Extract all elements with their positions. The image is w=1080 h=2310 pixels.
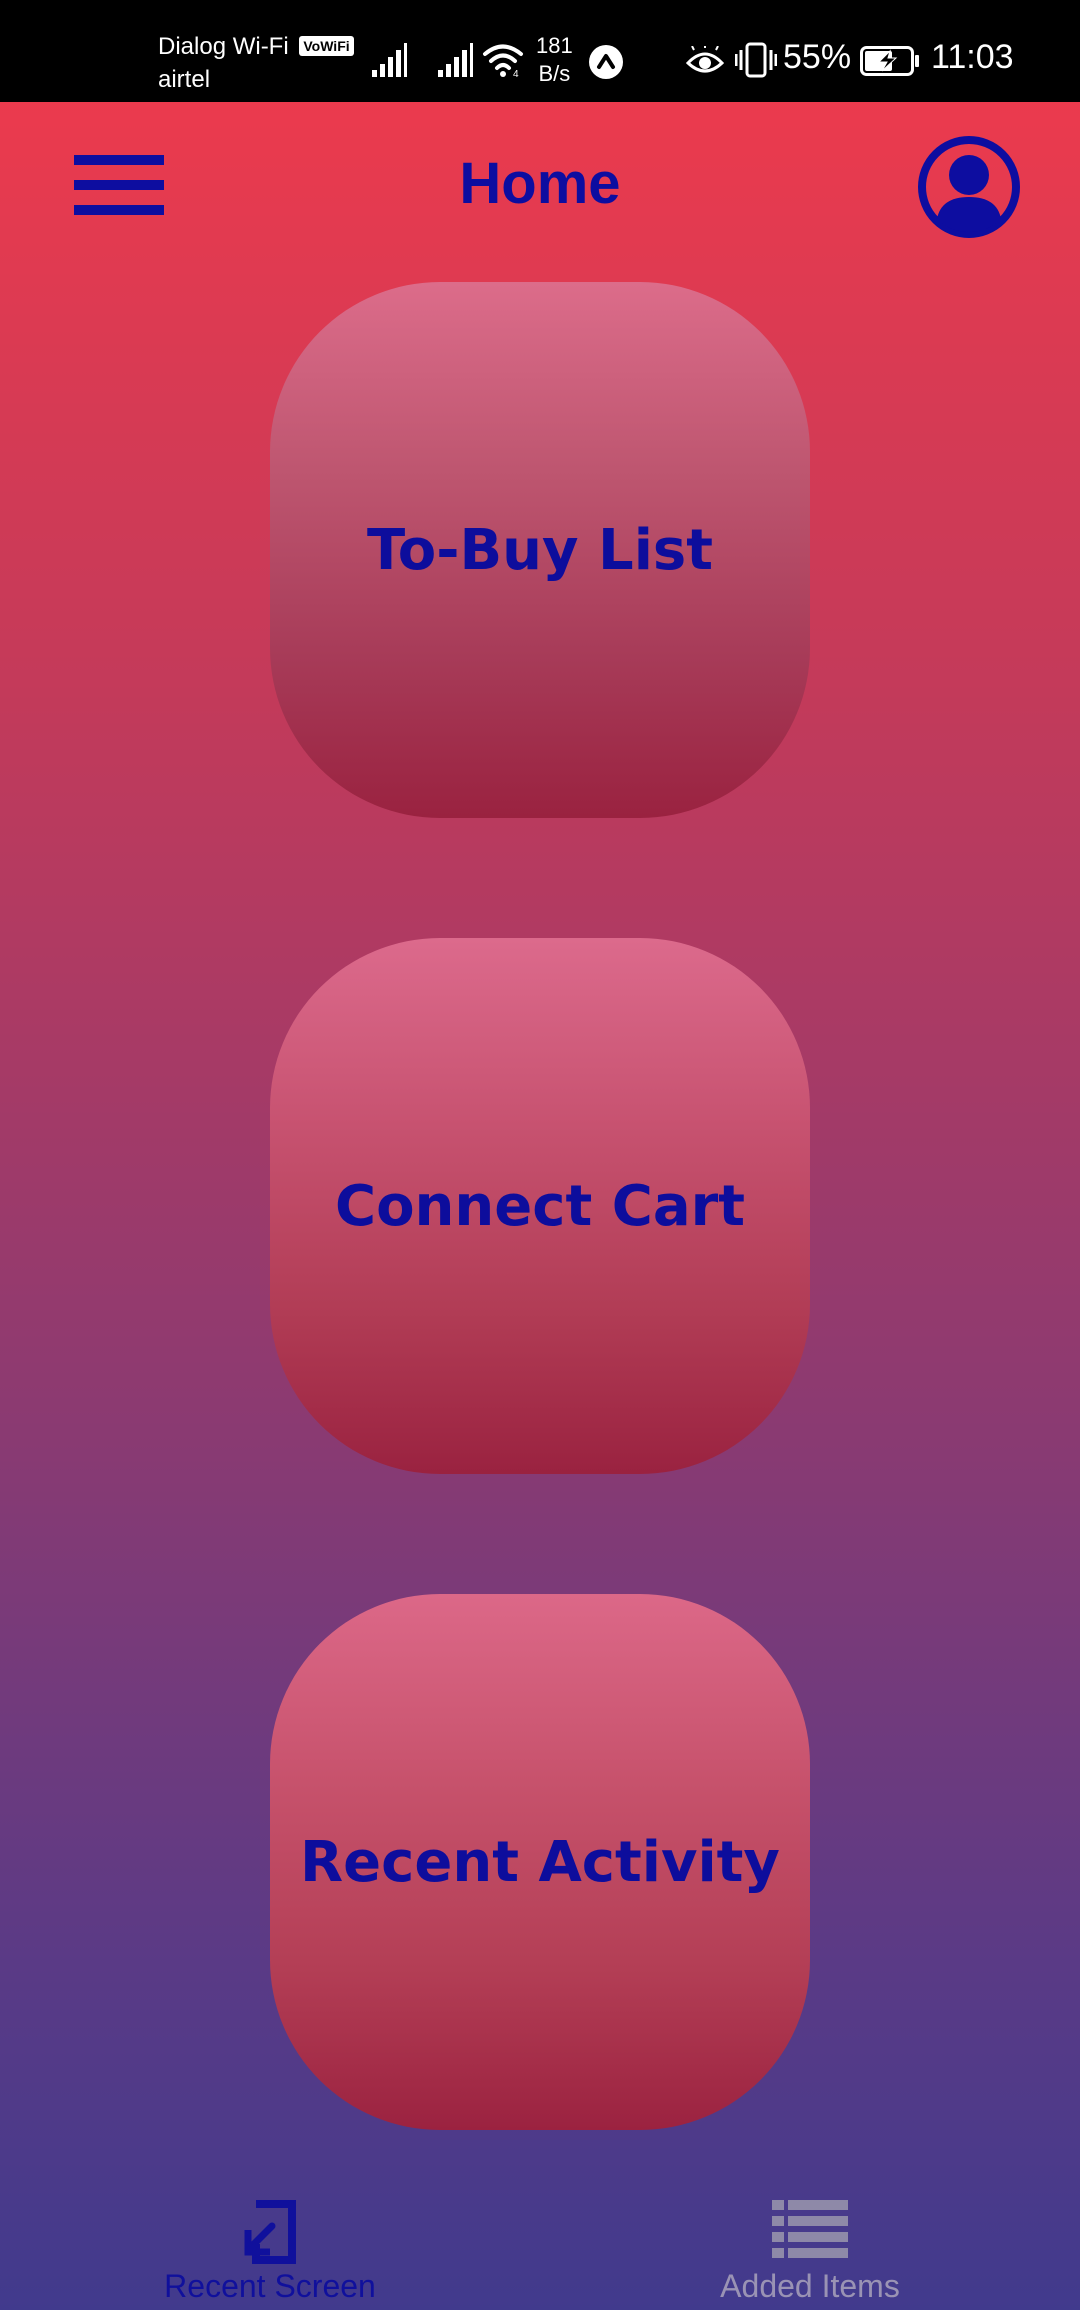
battery-charging-icon (860, 46, 919, 76)
nav-recent-screen-label: Recent Screen (164, 2268, 376, 2304)
recent-activity-button[interactable]: Recent Activity (270, 1594, 810, 2130)
app-notification-icon (589, 45, 623, 79)
to-buy-list-label: To-Buy List (366, 517, 713, 583)
open-in-new-icon (244, 2200, 296, 2264)
nav-added-items[interactable]: Added Items (660, 2190, 960, 2310)
menu-button[interactable] (72, 150, 168, 220)
page-title: Home (459, 151, 621, 216)
hamburger-menu-icon-line (74, 205, 164, 215)
hamburger-menu-icon (74, 155, 164, 165)
vibrate-icon (735, 42, 777, 78)
clock: 11:03 (931, 38, 1014, 76)
hamburger-menu-icon-line (74, 180, 164, 190)
carrier-secondary: airtel (158, 66, 211, 93)
eye-comfort-icon (686, 46, 724, 73)
nav-recent-screen[interactable]: Recent Screen (120, 2190, 420, 2310)
network-speed-value: 181 (536, 33, 573, 58)
bottom-navigation: Recent Screen Added Items (0, 2190, 1080, 2310)
connect-cart-label: Connect Cart (334, 1173, 746, 1239)
signal-icon (438, 43, 473, 77)
list-icon (772, 2200, 848, 2258)
network-speed: 181 B/s (536, 32, 573, 88)
network-speed-unit: B/s (538, 61, 571, 86)
status-bar: Dialog Wi-Fi VoWiFi airtel 4 181 B/s 55%… (0, 0, 1080, 102)
signal-icon (372, 43, 407, 77)
wifi-icon: 4 (483, 44, 523, 78)
carrier-primary: Dialog Wi-Fi (158, 33, 289, 60)
to-buy-list-button[interactable]: To-Buy List (270, 282, 810, 818)
recent-activity-label: Recent Activity (300, 1829, 780, 1895)
carrier-info: Dialog Wi-Fi VoWiFi airtel (158, 30, 354, 96)
connect-cart-button[interactable]: Connect Cart (270, 938, 810, 1474)
vowifi-badge: VoWiFi (299, 36, 354, 56)
account-circle-icon[interactable] (917, 135, 1021, 239)
battery-percent: 55% (783, 38, 852, 76)
svg-text:4: 4 (513, 69, 519, 78)
nav-added-items-label: Added Items (720, 2268, 900, 2304)
